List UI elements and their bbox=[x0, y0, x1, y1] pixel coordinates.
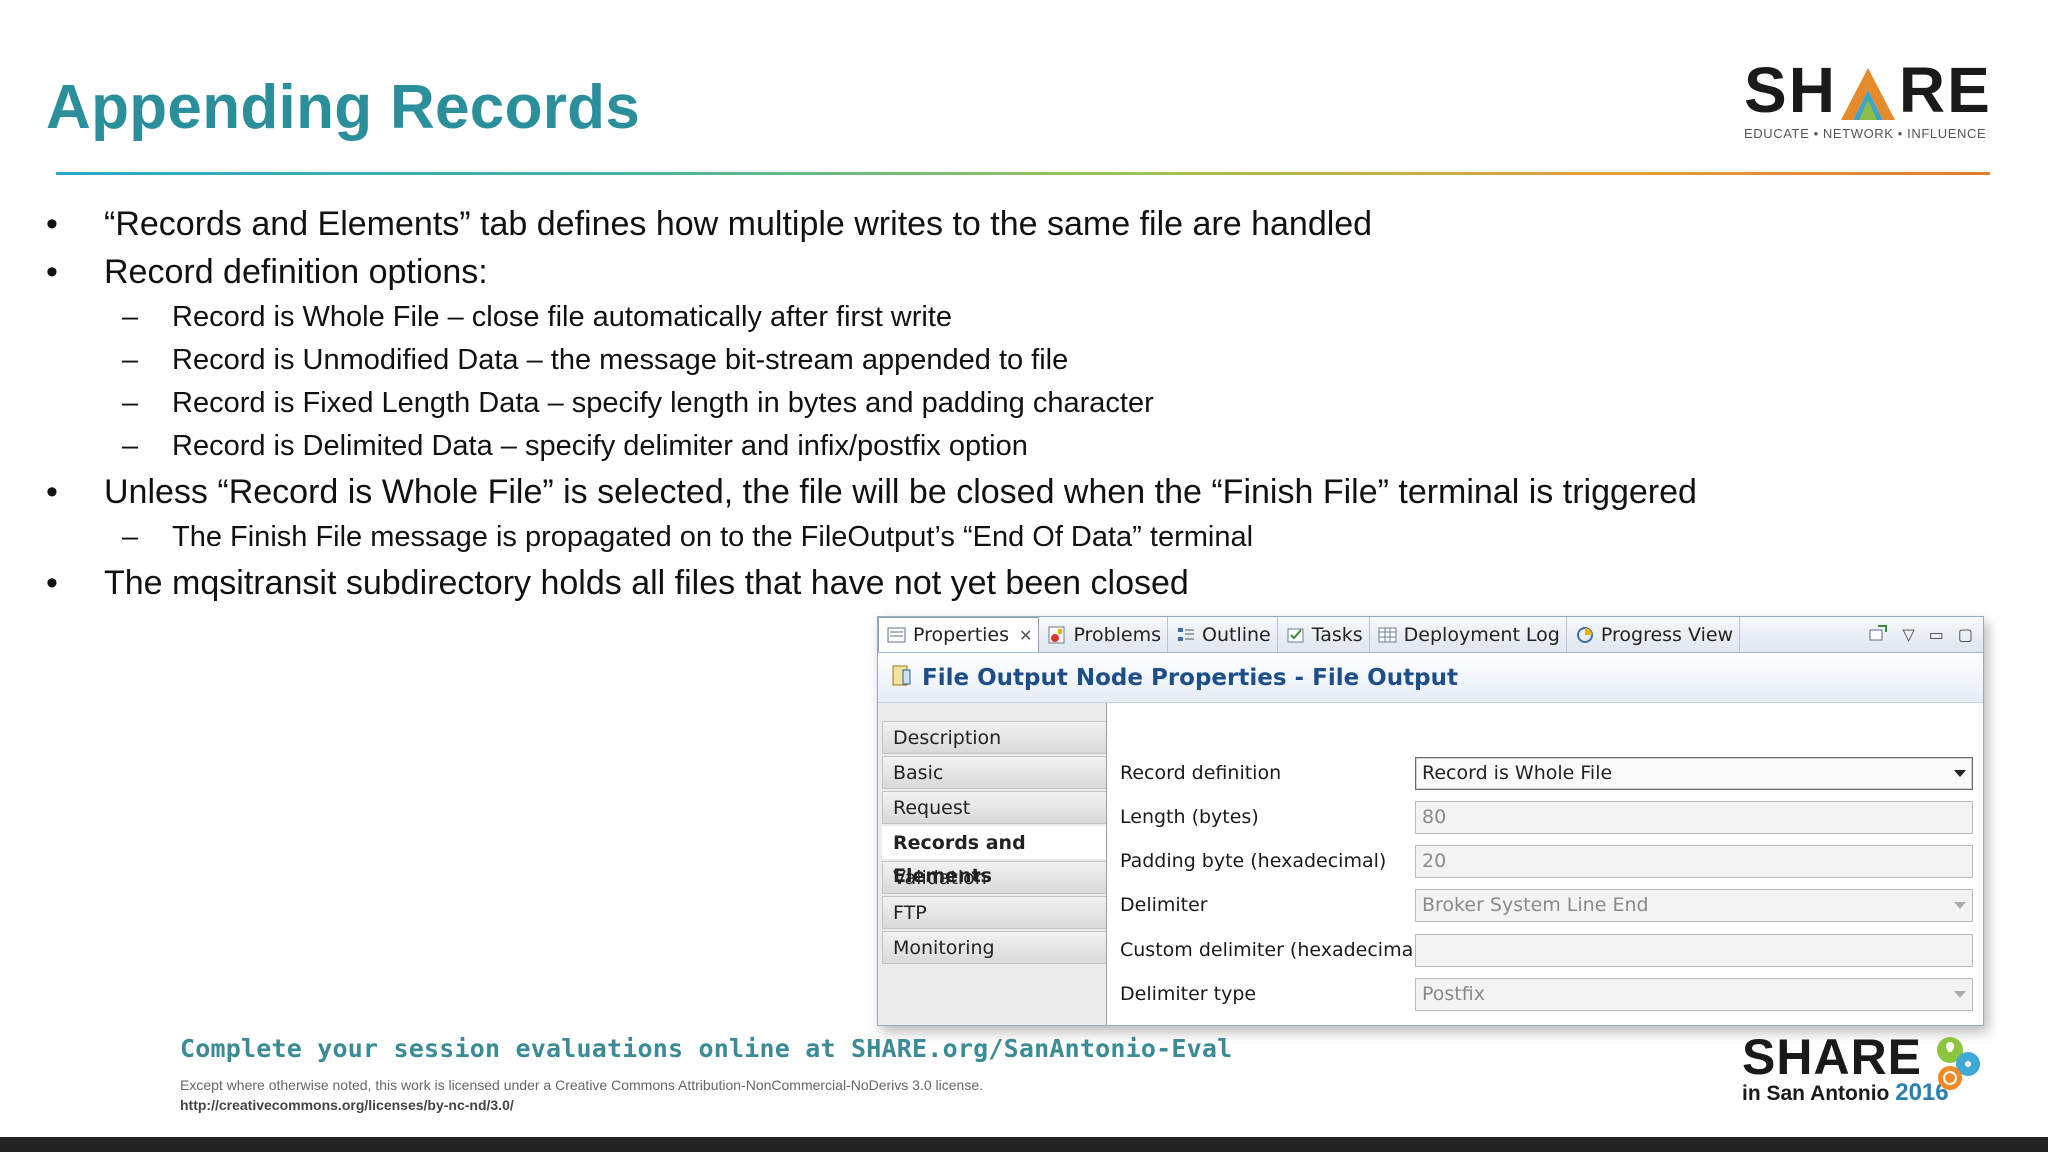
length-field[interactable]: 80 bbox=[1415, 800, 1973, 834]
delimiter-select[interactable]: Broker System Line End bbox=[1415, 888, 1973, 922]
section-request[interactable]: Request bbox=[882, 791, 1106, 824]
delimiter-type-row: Delimiter type Postfix bbox=[1108, 976, 1983, 1012]
bullet-list: “Records and Elements” tab defines how m… bbox=[46, 200, 1826, 607]
record-definition-row: Record definition Record is Whole File bbox=[1108, 755, 1983, 791]
bullet-item: The mqsitransit subdirectory holds all f… bbox=[46, 559, 1826, 607]
tab-deployment-log[interactable]: Deployment Log bbox=[1370, 617, 1567, 652]
padding-byte-row: Padding byte (hexadecimal) 20 bbox=[1108, 843, 1983, 879]
section-basic[interactable]: Basic bbox=[882, 756, 1106, 789]
license-text: Except where otherwise noted, this work … bbox=[180, 1077, 984, 1093]
properties-heading: File Output Node Properties - File Outpu… bbox=[878, 653, 1983, 703]
section-validation[interactable]: Validation bbox=[882, 861, 1106, 894]
tab-problems[interactable]: Problems bbox=[1039, 617, 1169, 652]
bullet-item: “Records and Elements” tab defines how m… bbox=[46, 200, 1826, 248]
title-divider bbox=[56, 172, 1990, 175]
minimize-icon[interactable]: ▭ bbox=[1929, 625, 1944, 644]
view-tab-bar: Properties ✕ Problems Outline Tasks Depl… bbox=[878, 617, 1983, 653]
bottom-bar bbox=[0, 1137, 2048, 1152]
share-logo: SH RE EDUCATE • NETWORK • INFLUENCE bbox=[1744, 54, 1994, 141]
chevron-down-icon bbox=[1954, 901, 1966, 909]
maximize-icon[interactable]: ▢ bbox=[1958, 625, 1973, 644]
tasks-icon bbox=[1286, 626, 1306, 644]
bullet-item: Record definition options: bbox=[46, 248, 1826, 296]
file-output-node-icon bbox=[890, 664, 914, 692]
tab-label: Progress View bbox=[1600, 623, 1734, 646]
tab-label: Deployment Log bbox=[1403, 623, 1560, 646]
delimiter-label: Delimiter bbox=[1120, 894, 1208, 916]
length-label: Length (bytes) bbox=[1120, 806, 1259, 828]
view-menu-icon[interactable]: ▽ bbox=[1902, 625, 1914, 644]
delimiter-type-select[interactable]: Postfix bbox=[1415, 977, 1973, 1011]
logo-word: SH bbox=[1744, 54, 1837, 126]
tab-outline[interactable]: Outline bbox=[1168, 617, 1278, 652]
deployment-log-icon bbox=[1378, 626, 1398, 644]
property-sections: Description Basic Request Records and El… bbox=[878, 703, 1107, 1025]
license-url[interactable]: http://creativecommons.org/licenses/by-n… bbox=[180, 1097, 1232, 1113]
sub-bullet-item: Record is Delimited Data – specify delim… bbox=[46, 425, 1826, 468]
properties-icon bbox=[887, 626, 907, 644]
chevron-down-icon bbox=[1954, 990, 1966, 998]
evaluation-cta: Complete your session evaluations online… bbox=[180, 1034, 1233, 1063]
tab-label: Problems bbox=[1073, 623, 1162, 646]
sub-bullet-item: Record is Whole File – close file automa… bbox=[46, 296, 1826, 339]
footer: Complete your session evaluations online… bbox=[180, 1034, 1232, 1113]
sub-bullet-item: Record is Fixed Length Data – specify le… bbox=[46, 382, 1826, 425]
custom-delimiter-row: Custom delimiter (hexadecimal) bbox=[1108, 932, 1983, 968]
section-records-and-elements[interactable]: Records and Elements bbox=[882, 826, 1106, 887]
padding-byte-field[interactable]: 20 bbox=[1415, 844, 1973, 878]
properties-panel: Properties ✕ Problems Outline Tasks Depl… bbox=[877, 616, 1984, 1026]
section-ftp[interactable]: FTP bbox=[882, 896, 1106, 929]
sub-bullet-item: The Finish File message is propagated on… bbox=[46, 516, 1826, 559]
sub-bullet-item: Record is Unmodified Data – the message … bbox=[46, 339, 1826, 382]
tab-tasks[interactable]: Tasks bbox=[1278, 617, 1370, 652]
view-controls: ▽ ▭ ▢ bbox=[1868, 617, 1983, 652]
bullet-item: Unless “Record is Whole File” is selecte… bbox=[46, 468, 1826, 516]
record-definition-select[interactable]: Record is Whole File bbox=[1415, 756, 1973, 790]
pin-icon[interactable] bbox=[1868, 624, 1888, 646]
section-description[interactable]: Description bbox=[882, 721, 1106, 754]
event-logo: SHARE in San Antonio 2016 bbox=[1742, 1032, 2002, 1105]
logo-triangle-icon bbox=[1839, 66, 1897, 122]
padding-byte-label: Padding byte (hexadecimal) bbox=[1120, 850, 1387, 872]
length-row: Length (bytes) 80 bbox=[1108, 799, 1983, 835]
logo-tagline: EDUCATE • NETWORK • INFLUENCE bbox=[1744, 126, 1987, 141]
slide-title: Appending Records bbox=[46, 73, 641, 142]
properties-heading-text: File Output Node Properties - File Outpu… bbox=[922, 664, 1458, 691]
delimiter-type-label: Delimiter type bbox=[1120, 983, 1257, 1005]
delimiter-row: Delimiter Broker System Line End bbox=[1108, 887, 1983, 923]
tab-label: Outline bbox=[1202, 623, 1271, 646]
tab-properties[interactable]: Properties ✕ bbox=[878, 617, 1040, 652]
record-definition-label: Record definition bbox=[1120, 762, 1282, 784]
progress-view-icon bbox=[1575, 626, 1595, 644]
tab-label: Tasks bbox=[1311, 623, 1363, 646]
close-icon[interactable]: ✕ bbox=[1019, 626, 1032, 645]
custom-delimiter-label: Custom delimiter (hexadecimal) bbox=[1120, 939, 1426, 961]
outline-icon bbox=[1176, 626, 1196, 644]
records-and-elements-form: Record definition Record is Whole File L… bbox=[1108, 703, 1983, 1025]
problems-icon bbox=[1047, 626, 1067, 644]
section-monitoring[interactable]: Monitoring bbox=[882, 931, 1106, 964]
chevron-down-icon bbox=[1954, 769, 1966, 777]
custom-delimiter-field[interactable] bbox=[1415, 933, 1973, 967]
tab-label: Properties bbox=[913, 624, 1010, 646]
tab-progress-view[interactable]: Progress View bbox=[1567, 617, 1741, 652]
event-badges-icon bbox=[1937, 1037, 1980, 1090]
